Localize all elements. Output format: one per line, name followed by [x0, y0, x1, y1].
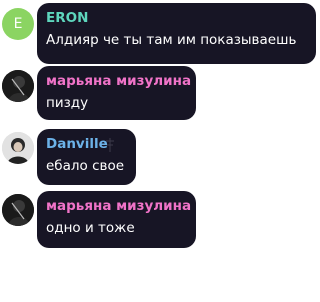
user-photo-icon	[2, 194, 34, 226]
avatar-initial: E	[13, 16, 23, 32]
sender-name[interactable]: ERON	[46, 10, 307, 27]
message-bubble[interactable]: марьяна мизулина одно и тоже	[37, 191, 196, 248]
sender-name[interactable]: марьяна мизулина	[46, 73, 191, 90]
message-bubble[interactable]: ERON Алдияр че ты там им показываешь	[37, 3, 316, 64]
ghost-icon	[106, 138, 114, 152]
avatar[interactable]	[2, 70, 34, 102]
user-photo-icon	[2, 132, 34, 164]
message-text: ебало свое	[46, 158, 125, 174]
message-bubble[interactable]: Danville ебало свое	[37, 129, 136, 185]
sender-name[interactable]: марьяна мизулина	[46, 198, 191, 215]
user-photo-icon	[2, 70, 34, 102]
avatar[interactable]	[2, 132, 34, 164]
message-text: пизду	[46, 95, 89, 111]
message-text: Алдияр че ты там им показываешь	[46, 32, 297, 48]
avatar[interactable]	[2, 194, 34, 226]
message-text: одно и тоже	[46, 220, 135, 236]
message-bubble[interactable]: марьяна мизулина пизду	[37, 66, 196, 120]
avatar[interactable]: E	[2, 8, 34, 40]
